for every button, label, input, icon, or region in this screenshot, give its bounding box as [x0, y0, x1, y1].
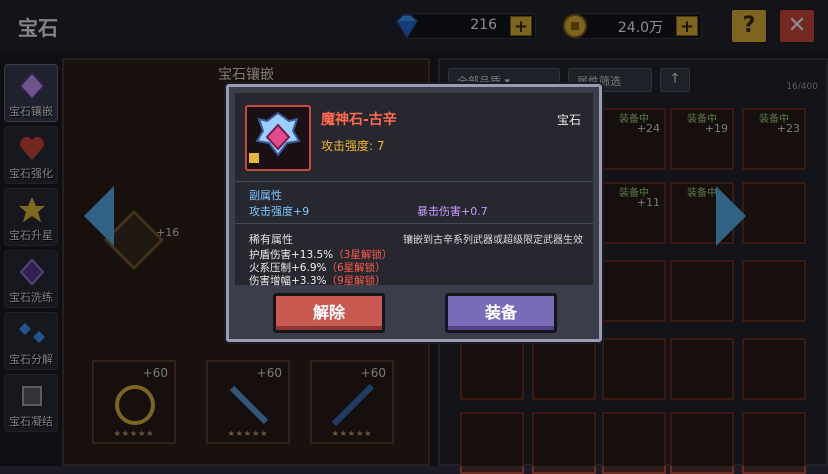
- gem-attack: 攻击强度: 7: [321, 139, 385, 153]
- sub-stat-crit: 暴击伤害+0.7: [417, 205, 488, 218]
- divider: [235, 223, 593, 224]
- sub-stat-attack: 攻击强度+9: [249, 205, 310, 218]
- gem-type: 宝石: [556, 113, 581, 127]
- gem-detail-modal: 魔神石-古辛 宝石 攻击强度: 7 副属性 攻击强度+9 暴击伤害+0.7 稀有…: [226, 84, 602, 342]
- sub-attr-title: 副属性: [249, 189, 282, 202]
- rare-stat: 伤害增幅+3.3%（9星解锁）: [249, 275, 386, 287]
- rare-attr-title: 稀有属性: [249, 233, 293, 246]
- demon-gem-icon: [249, 111, 301, 163]
- rare-attr-note: 镶嵌到古辛系列武器或超级限定武器生效: [403, 235, 583, 246]
- equip-button[interactable]: 装备: [445, 293, 557, 333]
- remove-button[interactable]: 解除: [273, 293, 385, 333]
- divider: [235, 181, 593, 182]
- gem-name: 魔神石-古辛: [321, 112, 397, 128]
- gem-preview: [245, 105, 311, 171]
- gem-detail-body: 魔神石-古辛 宝石 攻击强度: 7 副属性 攻击强度+9 暴击伤害+0.7 稀有…: [235, 93, 593, 287]
